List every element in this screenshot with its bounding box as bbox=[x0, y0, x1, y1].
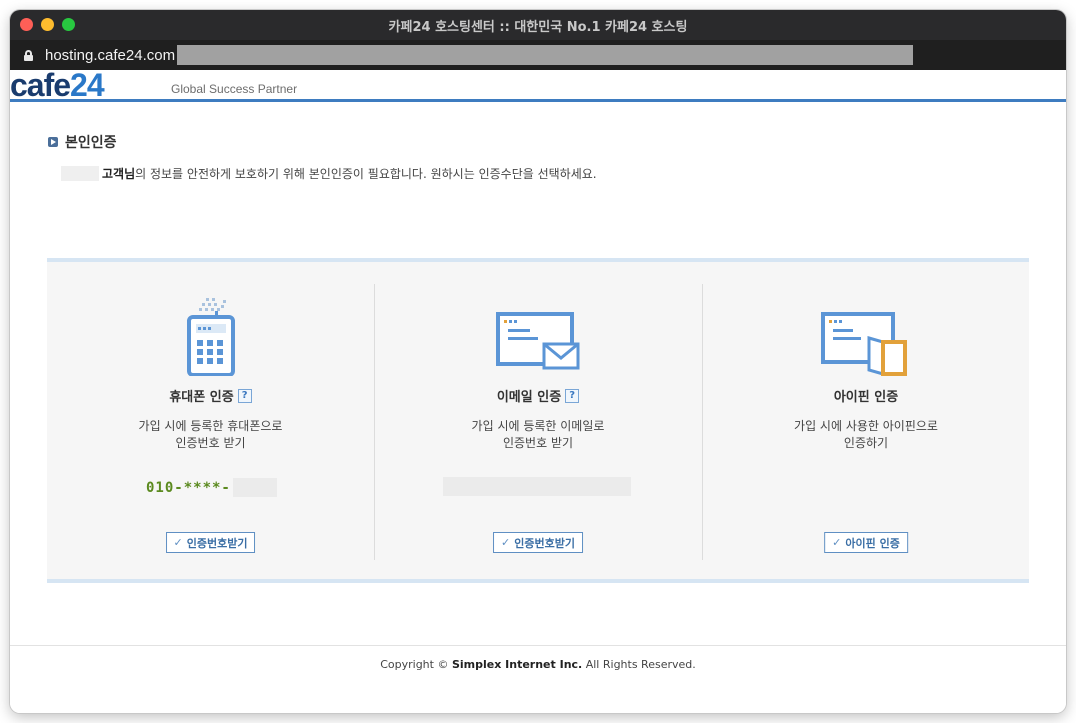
company-name: Simplex Internet Inc. bbox=[451, 658, 583, 671]
address-bar[interactable]: hosting.cafe24.com bbox=[10, 40, 1066, 70]
mobile-phone-icon bbox=[186, 298, 235, 376]
check-icon: ✓ bbox=[832, 536, 842, 549]
ipin-button-label: 아이핀 인증 bbox=[845, 536, 900, 550]
verification-methods-panel: 휴대폰 인증 ? 가입 시에 등록한 휴대폰으로 인증번호 받기 010-***… bbox=[47, 258, 1029, 583]
window-title: 카페24 호스팅센터 :: 대한민국 No.1 카페24 호스팅 bbox=[388, 19, 688, 35]
ipin-verification-title: 아이핀 인증 bbox=[703, 386, 1029, 405]
email-desc-line2: 인증번호 받기 bbox=[502, 436, 574, 450]
phone-title-text: 휴대폰 인증 bbox=[169, 390, 234, 405]
ipin-title-text: 아이핀 인증 bbox=[833, 390, 899, 405]
page-title: 본인인증 bbox=[65, 135, 117, 151]
check-icon: ✓ bbox=[173, 536, 183, 549]
phone-verification-column: 휴대폰 인증 ? 가입 시에 등록한 휴대폰으로 인증번호 받기 010-***… bbox=[47, 262, 374, 579]
page-content: cafe24 Global Success Partner 본인인증 고객님 의… bbox=[10, 67, 1066, 713]
section-heading: 본인인증 bbox=[48, 132, 117, 152]
site-footer: Copyright © Simplex Internet Inc. All Ri… bbox=[10, 645, 1066, 713]
phone-verification-title: 휴대폰 인증 ? bbox=[47, 386, 374, 405]
email-desc-line1: 가입 시에 등록한 이메일로 bbox=[471, 419, 605, 433]
tagline: Global Success Partner bbox=[171, 82, 298, 96]
ipin-verify-button[interactable]: ✓ 아이핀 인증 bbox=[824, 532, 908, 553]
help-icon[interactable]: ? bbox=[237, 388, 252, 403]
url-text[interactable]: hosting.cafe24.com bbox=[45, 47, 175, 64]
title-bar: 카페24 호스팅센터 :: 대한민국 No.1 카페24 호스팅 bbox=[10, 10, 1066, 40]
copyright-prefix: Copyright © bbox=[380, 658, 452, 671]
phone-send-code-button[interactable]: ✓ 인증번호받기 bbox=[165, 532, 256, 553]
notice-message: 의 정보를 안전하게 보호하기 위해 본인인증이 필요합니다. 원하시는 인증수… bbox=[135, 167, 597, 181]
help-icon[interactable]: ? bbox=[565, 388, 580, 403]
ipin-verification-column: 아이핀 인증 가입 시에 사용한 아이핀으로 인증하기 ✓ 아이핀 인증 bbox=[702, 284, 1029, 560]
phone-number-masked: 010-****- bbox=[146, 479, 231, 496]
ipin-description: 가입 시에 사용한 아이핀으로 인증하기 bbox=[703, 418, 1029, 452]
window-controls bbox=[20, 18, 75, 31]
customer-name-redacted bbox=[61, 166, 99, 181]
copyright-suffix: All Rights Reserved. bbox=[582, 658, 696, 671]
email-title-text: 이메일 인증 bbox=[496, 390, 562, 405]
phone-description: 가입 시에 등록한 휴대폰으로 인증번호 받기 bbox=[47, 418, 374, 452]
arrow-bullet-icon bbox=[48, 137, 58, 147]
email-verification-title: 이메일 인증 ? bbox=[375, 386, 701, 405]
url-redacted-path bbox=[177, 45, 914, 65]
email-send-code-button[interactable]: ✓ 인증번호받기 bbox=[493, 532, 583, 553]
phone-desc-line2: 인증번호 받기 bbox=[175, 436, 246, 450]
browser-window: 카페24 호스팅센터 :: 대한민국 No.1 카페24 호스팅 hosting… bbox=[10, 10, 1066, 713]
cafe24-logo[interactable]: cafe24 bbox=[10, 67, 105, 103]
registered-phone-number: 010-****- bbox=[146, 478, 277, 497]
phone-number-redacted bbox=[232, 478, 277, 497]
phone-button-label: 인증번호받기 bbox=[186, 536, 248, 550]
ipin-desc-line2: 인증하기 bbox=[843, 436, 889, 450]
copyright: Copyright © Simplex Internet Inc. All Ri… bbox=[10, 658, 1066, 671]
email-button-label: 인증번호받기 bbox=[514, 536, 575, 550]
logo-text-cafe: cafe bbox=[10, 67, 71, 103]
minimize-window-button[interactable] bbox=[41, 18, 54, 31]
email-description: 가입 시에 등록한 이메일로 인증번호 받기 bbox=[375, 418, 701, 452]
email-icon bbox=[496, 312, 580, 370]
check-icon: ✓ bbox=[501, 536, 511, 549]
notice-text: 고객님 의 정보를 안전하게 보호하기 위해 본인인증이 필요합니다. 원하시는… bbox=[61, 165, 597, 182]
email-address-redacted bbox=[443, 477, 631, 496]
ipin-icon bbox=[821, 312, 907, 376]
logo-text-24: 24 bbox=[70, 67, 105, 103]
maximize-window-button[interactable] bbox=[62, 18, 75, 31]
close-window-button[interactable] bbox=[20, 18, 33, 31]
phone-desc-line1: 가입 시에 등록한 휴대폰으로 bbox=[138, 419, 283, 433]
ipin-desc-line1: 가입 시에 사용한 아이핀으로 bbox=[794, 419, 938, 433]
lock-icon bbox=[24, 49, 33, 61]
email-verification-column: 이메일 인증 ? 가입 시에 등록한 이메일로 인증번호 받기 ✓ 인증번호받기 bbox=[374, 284, 701, 560]
site-header: cafe24 Global Success Partner bbox=[10, 67, 1066, 103]
customer-suffix: 고객님 bbox=[102, 167, 136, 181]
